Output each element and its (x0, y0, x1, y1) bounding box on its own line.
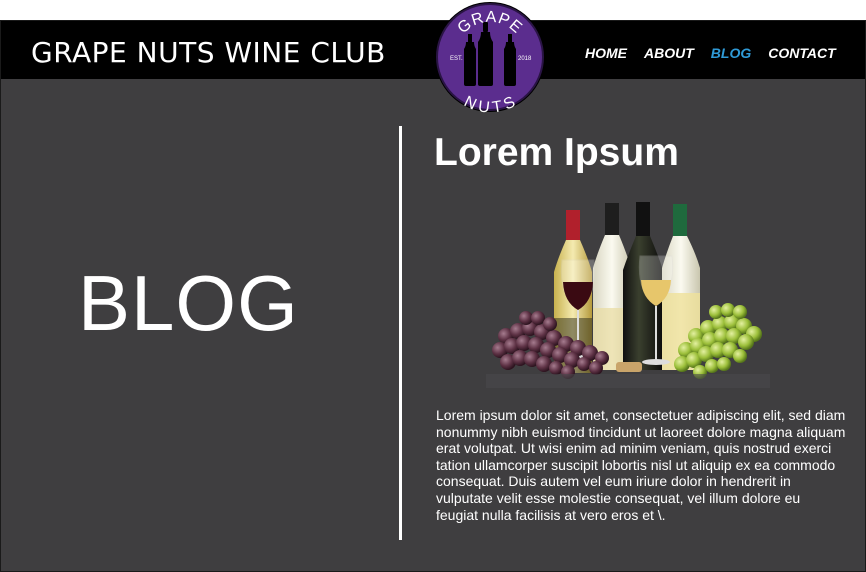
wine-bottles-image (486, 202, 770, 388)
main-nav: HOME ABOUT BLOG CONTACT (585, 44, 853, 62)
vertical-divider (399, 126, 402, 540)
post-body-text: Lorem ipsum dolor sit amet, consectetuer… (436, 407, 846, 523)
logo-year-text: 2018 (518, 56, 532, 62)
site-title[interactable]: GRAPE NUTS WINE CLUB (31, 36, 386, 70)
nav-home[interactable]: HOME (585, 44, 627, 62)
post-title[interactable]: Lorem Ipsum (434, 130, 679, 176)
nav-about[interactable]: ABOUT (644, 44, 694, 62)
nav-contact[interactable]: CONTACT (768, 44, 835, 62)
page-heading: BLOG (78, 259, 299, 347)
logo-est-text: EST. (450, 56, 463, 62)
grape-nuts-logo[interactable]: GRAPE NUTS EST. 2018 (433, 0, 547, 114)
nav-blog[interactable]: BLOG (711, 44, 751, 62)
